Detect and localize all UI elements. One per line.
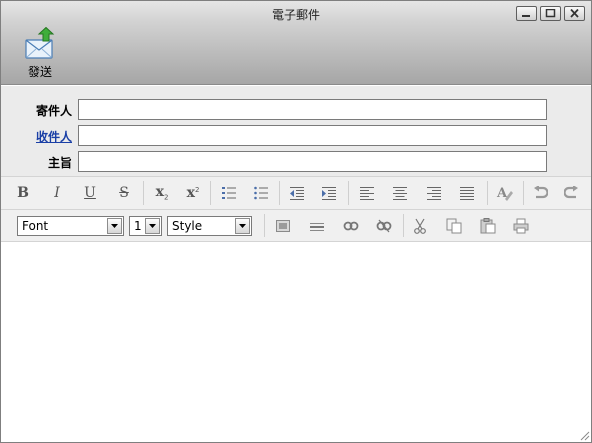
toolbar-separator xyxy=(348,181,349,205)
font-select-value: Font xyxy=(22,219,49,233)
from-label: 寄件人 xyxy=(35,104,72,118)
strikethrough-button[interactable]: S xyxy=(109,177,139,209)
remove-format-button[interactable]: A xyxy=(490,177,520,209)
cut-button[interactable] xyxy=(405,210,435,241)
size-select-value: 1 xyxy=(134,219,142,233)
email-compose-window: 電子郵件 發送 寄件人 收件人 主旨 B I U S x2 x2 A Font … xyxy=(0,0,592,443)
to-label-link[interactable]: 收件人 xyxy=(36,128,72,145)
toolbar-separator xyxy=(403,214,404,237)
send-button[interactable]: 發送 xyxy=(19,27,61,83)
numbered-list-button[interactable] xyxy=(214,177,244,209)
printer-icon xyxy=(513,218,529,233)
minimize-icon xyxy=(522,15,530,17)
title-bar: 電子郵件 發送 xyxy=(1,1,591,85)
redo-icon xyxy=(564,186,578,199)
to-row: 收件人 xyxy=(1,125,591,147)
bullet-list-button[interactable] xyxy=(246,177,276,209)
align-left-icon xyxy=(360,187,374,200)
copy-icon xyxy=(446,218,462,233)
outdent-icon xyxy=(290,187,304,200)
remove-format-icon: A xyxy=(496,186,513,201)
align-right-button[interactable] xyxy=(419,177,449,209)
indent-button[interactable] xyxy=(314,177,344,209)
bold-icon: B xyxy=(17,185,29,201)
resize-grip-icon[interactable] xyxy=(578,429,590,441)
outdent-button[interactable] xyxy=(282,177,312,209)
window-controls xyxy=(516,6,585,21)
minimize-button[interactable] xyxy=(516,6,537,21)
horizontal-rule-icon xyxy=(310,222,324,231)
toolbar-separator xyxy=(143,181,144,205)
font-toolbar: Font 1 Style xyxy=(1,210,591,242)
justify-button[interactable] xyxy=(452,177,482,209)
chevron-down-icon xyxy=(235,218,250,234)
unlink-icon xyxy=(376,219,392,232)
close-icon xyxy=(570,9,579,18)
style-select[interactable]: Style xyxy=(167,216,252,236)
style-select-value: Style xyxy=(172,219,203,233)
window-title: 電子郵件 xyxy=(271,8,320,22)
maximize-icon xyxy=(545,9,556,18)
address-header: 寄件人 收件人 主旨 xyxy=(1,86,591,176)
send-label: 發送 xyxy=(27,65,52,79)
remove-link-button[interactable] xyxy=(369,210,399,241)
bullet-list-icon xyxy=(254,186,268,200)
close-button[interactable] xyxy=(564,6,585,21)
bold-button[interactable]: B xyxy=(8,177,38,209)
superscript-icon: x2 xyxy=(186,185,200,201)
insert-image-button[interactable] xyxy=(268,210,298,241)
copy-button[interactable] xyxy=(439,210,469,241)
image-icon xyxy=(276,219,290,232)
strikethrough-icon: S xyxy=(119,185,129,201)
align-center-button[interactable] xyxy=(385,177,415,209)
paste-button[interactable] xyxy=(473,210,503,241)
subject-row: 主旨 xyxy=(1,151,591,173)
toolbar-separator xyxy=(523,181,524,205)
print-button[interactable] xyxy=(506,210,536,241)
numbered-list-icon xyxy=(222,187,236,199)
subscript-button[interactable]: x2 xyxy=(147,177,177,209)
italic-icon: I xyxy=(54,185,60,201)
undo-button[interactable] xyxy=(525,177,555,209)
underline-button[interactable]: U xyxy=(75,177,105,209)
toolbar-separator xyxy=(210,181,211,205)
horizontal-rule-button[interactable] xyxy=(302,210,332,241)
justify-icon xyxy=(460,187,474,200)
indent-icon xyxy=(322,187,336,200)
subscript-icon: x2 xyxy=(155,184,169,202)
chevron-down-icon xyxy=(107,218,122,234)
italic-button[interactable]: I xyxy=(42,177,72,209)
align-right-icon xyxy=(427,187,441,200)
underline-icon: U xyxy=(84,185,96,201)
size-select[interactable]: 1 xyxy=(129,216,162,236)
undo-icon xyxy=(534,186,548,199)
format-toolbar: B I U S x2 x2 A xyxy=(1,176,591,210)
link-icon xyxy=(343,221,359,230)
redo-button[interactable] xyxy=(557,177,587,209)
subject-field[interactable] xyxy=(78,151,547,172)
subject-label: 主旨 xyxy=(47,156,72,170)
paste-icon xyxy=(480,217,496,233)
insert-link-button[interactable] xyxy=(336,210,366,241)
font-select[interactable]: Font xyxy=(17,216,124,236)
maximize-button[interactable] xyxy=(540,6,561,21)
message-body-editor[interactable] xyxy=(1,243,591,442)
from-field[interactable] xyxy=(78,99,547,120)
to-field[interactable] xyxy=(78,125,547,146)
toolbar-separator xyxy=(487,181,488,205)
toolbar-separator xyxy=(279,181,280,205)
send-mail-icon xyxy=(25,27,55,59)
align-center-icon xyxy=(393,187,407,200)
superscript-button[interactable]: x2 xyxy=(178,177,208,209)
scissors-icon xyxy=(414,218,426,234)
from-row: 寄件人 xyxy=(1,99,591,121)
message-body-content xyxy=(1,243,591,251)
chevron-down-icon xyxy=(145,218,160,234)
toolbar-separator xyxy=(264,214,265,237)
align-left-button[interactable] xyxy=(352,177,382,209)
